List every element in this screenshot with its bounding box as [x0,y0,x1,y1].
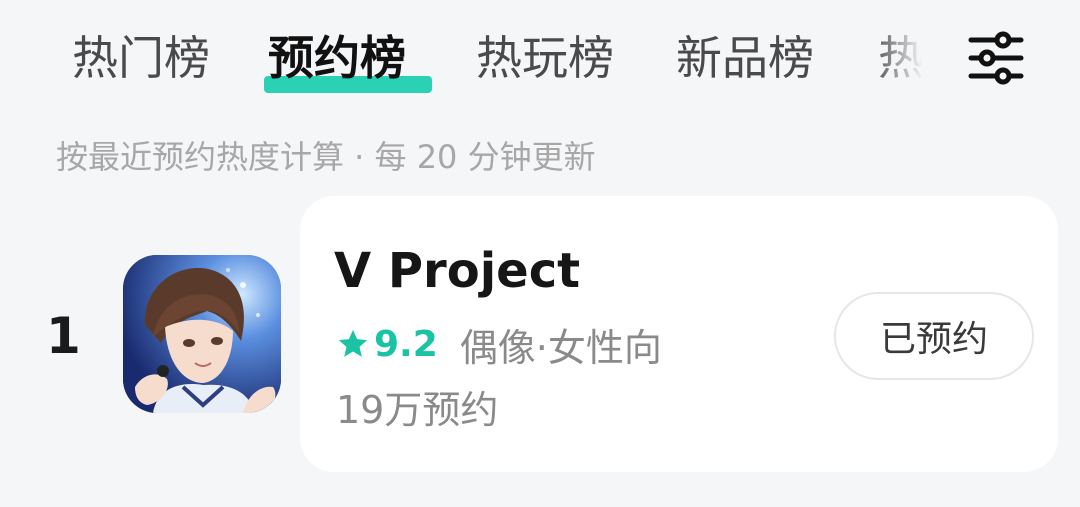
game-cover-icon[interactable] [123,255,281,413]
star-icon [338,329,368,357]
filter-button[interactable] [965,28,1027,88]
tab-hot[interactable]: 热门榜 [72,28,210,88]
rank-number: 1 [46,307,81,365]
game-meta: 9.2 偶像·女性向 [336,316,662,372]
game-tags: 偶像·女性向 [459,325,662,370]
tab-trending-play[interactable]: 热玩榜 [476,28,614,88]
tab-label: 预约榜 [268,31,406,85]
rating-value: 9.2 [374,323,438,365]
tab-label: 热玩榜 [476,31,614,85]
ranking-page: 热门榜 预约榜 热玩榜 新品榜 热 [0,0,1080,507]
tab-label: 热门榜 [72,31,210,85]
game-title[interactable]: V Project [334,240,580,302]
reserved-button[interactable]: 已预约 [834,292,1034,380]
tab-fade-overlay [872,20,932,100]
tab-reservation[interactable]: 预约榜 [268,28,406,88]
sliders-icon [968,31,1024,85]
game-cover-art [123,255,281,413]
reservation-count: 19万预约 [336,388,499,432]
tab-label: 新品榜 [676,31,814,85]
ranking-description: 按最近预约热度计算 · 每 20 分钟更新 [56,138,596,176]
ranking-tabs: 热门榜 预约榜 热玩榜 新品榜 热 [0,0,1080,110]
tab-new[interactable]: 新品榜 [676,28,814,88]
